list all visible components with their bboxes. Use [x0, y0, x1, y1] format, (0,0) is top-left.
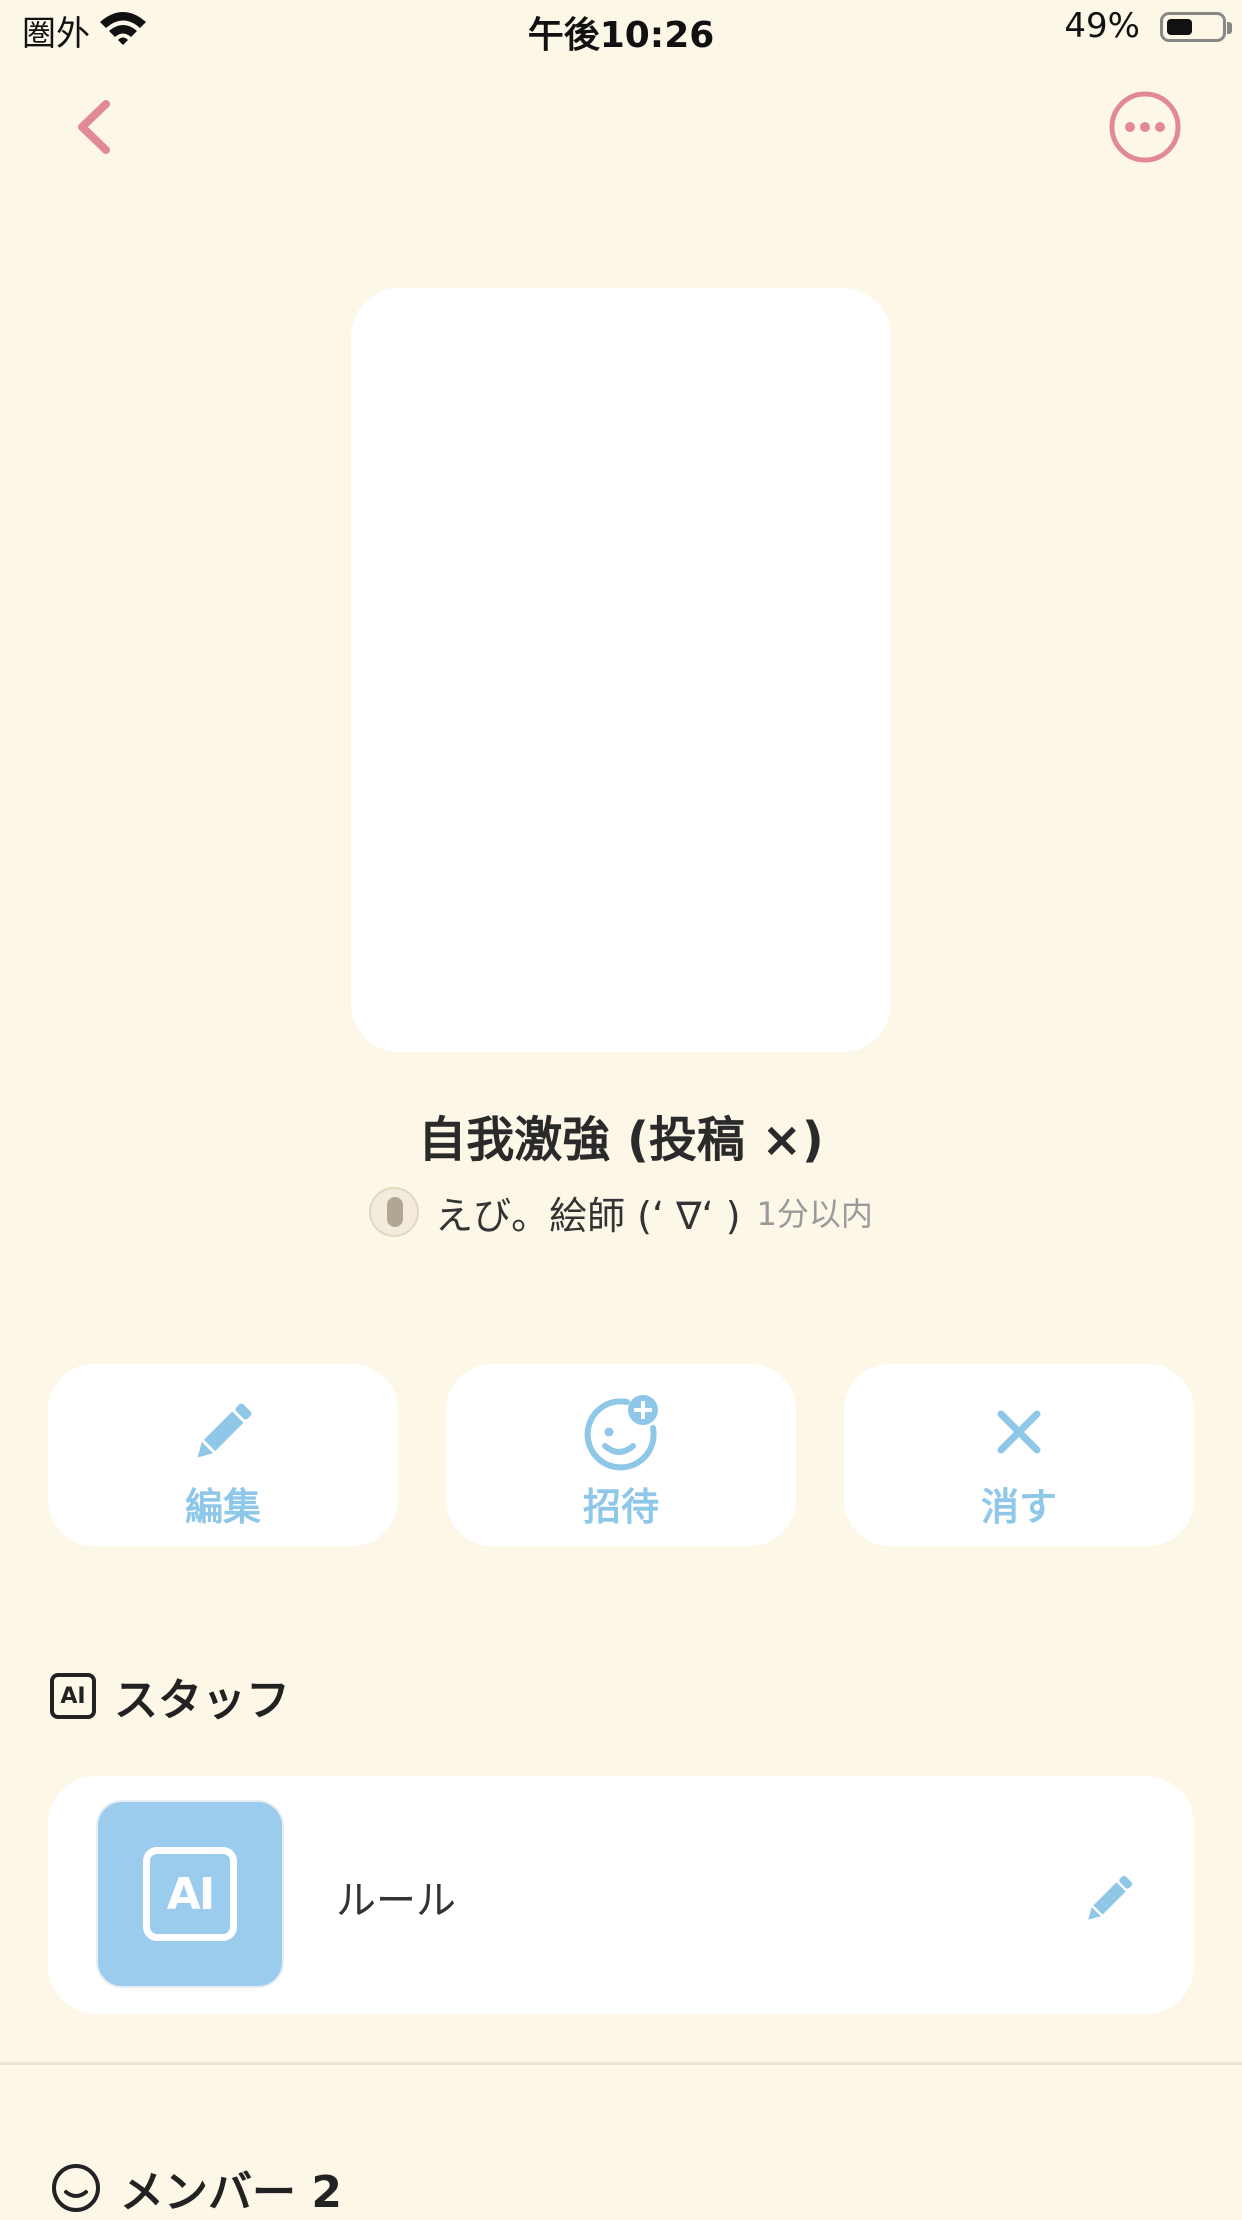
staff-avatar: AI: [96, 1800, 284, 1988]
invite-label: 招待: [582, 1485, 659, 1529]
staff-list-item[interactable]: AI ルール: [48, 1776, 1194, 2014]
delete-label: 消す: [980, 1485, 1057, 1529]
battery-nub: [1227, 22, 1232, 34]
pencil-icon: [1088, 1875, 1133, 1920]
battery-percent: 49%: [1064, 6, 1140, 46]
author-name: えび。絵師 (‘ ∇‘ ): [435, 1193, 741, 1238]
room-title: 自我激強 (投稿 ×): [418, 1112, 824, 1168]
author-row[interactable]: えび。絵師 (‘ ∇‘ ) 1分以内: [0, 1184, 1242, 1240]
author-avatar: [369, 1187, 420, 1237]
more-options-button[interactable]: [1108, 90, 1182, 164]
members-section-title: メンバー 2: [120, 2167, 342, 2218]
status-time: 午後10:26: [527, 15, 715, 56]
chevron-left-icon: [78, 100, 110, 154]
delete-button[interactable]: 消す: [844, 1364, 1194, 1546]
close-icon: [997, 1410, 1041, 1454]
members-section-header: メンバー 2: [50, 2158, 342, 2218]
more-horizontal-circle-icon: [1109, 91, 1181, 163]
smile-icon: [52, 2164, 100, 2212]
staff-section-header: AI スタッフ: [50, 1666, 290, 1726]
edit-button[interactable]: 編集: [48, 1364, 398, 1546]
back-button[interactable]: [62, 92, 132, 162]
staff-edit-button[interactable]: [1078, 1868, 1140, 1930]
staff-name: ルール: [336, 1878, 456, 1924]
invite-smile-plus-icon: [584, 1395, 658, 1471]
status-bar: 圏外 午後10:26 49%: [0, 0, 1242, 64]
section-divider: [0, 2062, 1242, 2065]
invite-button[interactable]: 招待: [446, 1364, 796, 1546]
staff-section-title: スタッフ: [114, 1675, 290, 1726]
room-cover-image[interactable]: [351, 288, 891, 1052]
pencil-icon: [197, 1403, 252, 1458]
updated-time: 1分以内: [756, 1195, 873, 1233]
ai-icon: AI: [143, 1847, 237, 1941]
edit-label: 編集: [184, 1485, 261, 1529]
ai-icon: AI: [50, 1673, 96, 1719]
battery-icon: [1160, 12, 1226, 42]
